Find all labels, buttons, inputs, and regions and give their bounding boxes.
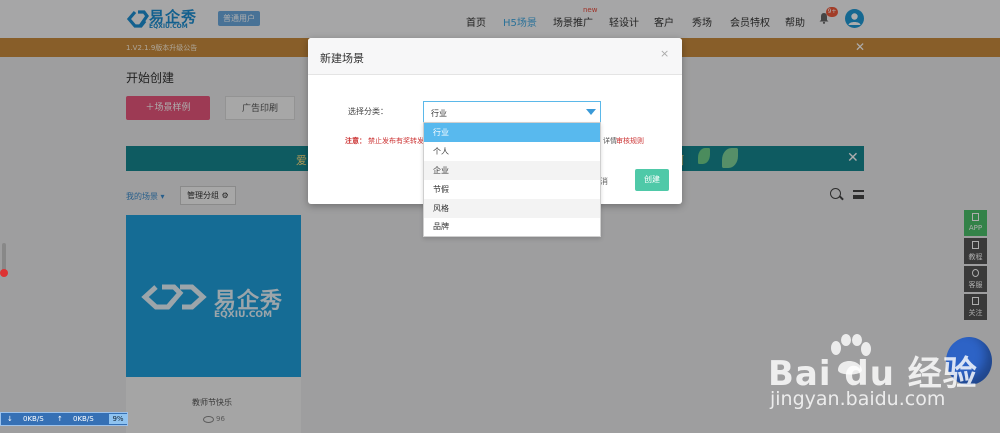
- category-select[interactable]: [423, 101, 601, 123]
- category-option[interactable]: 品牌: [424, 217, 600, 236]
- category-option[interactable]: 行业: [424, 123, 600, 142]
- category-option[interactable]: 企业: [424, 161, 600, 180]
- thermometer-bulb: [0, 269, 8, 277]
- download-speed: 0KB/S: [23, 415, 44, 423]
- notice-prefix: 注意：: [345, 137, 366, 145]
- category-label: 选择分类：: [348, 107, 388, 116]
- cancel-button[interactable]: 消: [600, 176, 608, 187]
- dialog-title: 新建场景: [320, 52, 364, 65]
- arrow-up-icon: ↑: [57, 415, 63, 423]
- upload-speed: 0KB/S: [73, 415, 94, 423]
- dialog-header: [308, 38, 682, 75]
- create-button[interactable]: 创建: [635, 169, 669, 191]
- usage-percent: 9%: [109, 414, 127, 424]
- arrow-down-icon: ↓: [7, 415, 13, 423]
- review-rules-link[interactable]: 审核规则: [616, 136, 644, 146]
- close-icon[interactable]: ×: [660, 47, 669, 60]
- network-speed-widget[interactable]: ↓ 0KB/S ↑ 0KB/S 9%: [0, 412, 128, 426]
- watermark-url: jingyan.baidu.com: [770, 388, 946, 410]
- category-option[interactable]: 个人: [424, 142, 600, 161]
- category-selected-value: 行业: [431, 109, 447, 118]
- chevron-down-icon[interactable]: [586, 109, 596, 115]
- notice-text: 禁止发布有奖转发: [368, 137, 424, 145]
- category-option[interactable]: 节假: [424, 180, 600, 199]
- notice-details: 详情: [603, 137, 617, 145]
- category-option[interactable]: 风格: [424, 199, 600, 218]
